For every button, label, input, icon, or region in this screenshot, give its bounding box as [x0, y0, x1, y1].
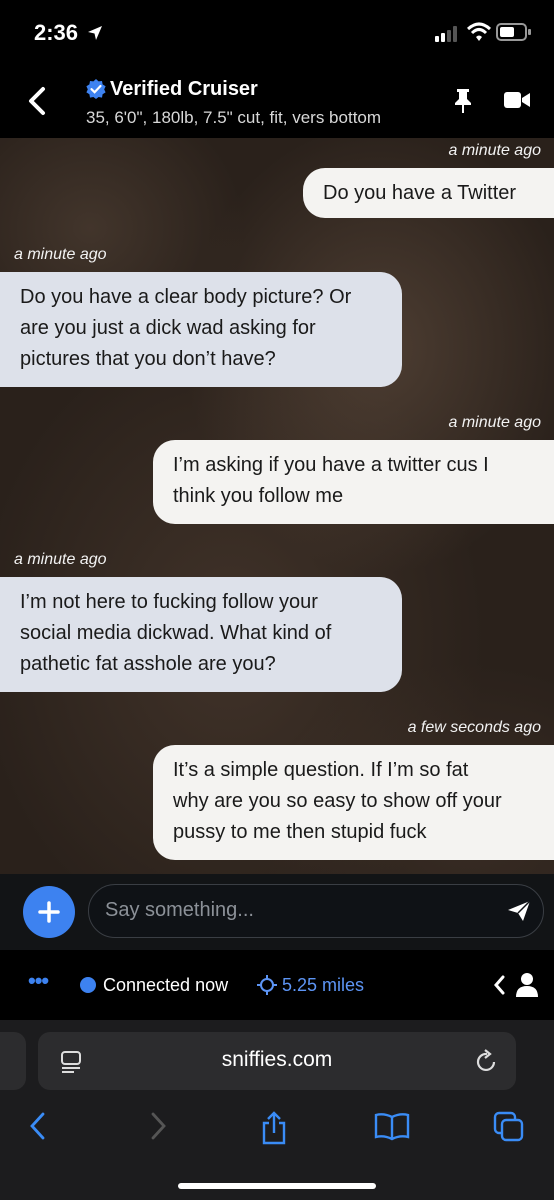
pin-icon[interactable]	[453, 88, 473, 114]
collapse-chevron-icon[interactable]	[492, 974, 506, 996]
my-message-bubble: It’s a simple question. If I’m so fat wh…	[153, 745, 554, 860]
back-chevron-icon[interactable]	[26, 86, 48, 116]
message-line: social media dickwad. What kind of	[20, 622, 332, 644]
message-line: think you follow me	[173, 485, 344, 507]
browser-back-icon[interactable]	[28, 1111, 48, 1141]
browser-forward-icon	[151, 1112, 166, 1140]
message-input-placeholder: Say something...	[105, 899, 254, 921]
status-bar: 2:36	[0, 0, 554, 66]
url-text: sniffies.com	[221, 1048, 333, 1071]
message-line: Do you have a Twitter	[323, 182, 517, 204]
message-line: I’m not here to fucking follow your	[20, 591, 318, 613]
message-line: why are you so easy to show off your	[173, 790, 502, 812]
message-timestamp: a minute ago	[14, 246, 107, 263]
my-message-bubble: Do you have a Twitter	[303, 168, 554, 218]
bookmarks-icon[interactable]	[374, 1111, 410, 1141]
message-line: Do you have a clear body picture? Or	[20, 286, 352, 308]
browser-toolbar	[0, 1102, 554, 1200]
profile-stats: 35, 6'0", 180lb, 7.5" cut, fit, vers bot…	[86, 108, 382, 127]
cellular-signal-icon	[435, 26, 457, 42]
message-line: are you just a dick wad asking for	[20, 317, 316, 339]
reload-icon[interactable]	[476, 1049, 498, 1073]
my-message-bubble: I’m asking if you have a twitter cus I t…	[153, 440, 554, 524]
connection-status: Connected now	[103, 975, 229, 995]
distance-label: 5.25 miles	[282, 975, 365, 995]
chat-thread[interactable]: a minute ago Do you have a Twitter a min…	[0, 138, 554, 874]
battery-icon	[496, 23, 531, 41]
presence-bar: ••• Connected now 5.25 miles	[0, 950, 554, 1020]
profile-person-icon[interactable]	[516, 972, 538, 998]
profile-name[interactable]: Verified Cruiser	[110, 78, 258, 101]
message-composer: Say something...	[0, 874, 554, 950]
message-line: pussy to me then stupid fuck	[173, 821, 427, 843]
share-icon[interactable]	[260, 1111, 288, 1145]
wifi-icon	[467, 22, 491, 41]
chat-header: Verified Cruiser 35, 6'0", 180lb, 7.5" c…	[0, 66, 554, 138]
message-line: I’m asking if you have a twitter cus I	[173, 454, 489, 476]
tabs-icon[interactable]	[493, 1111, 525, 1143]
their-message-bubble: Do you have a clear body picture? Or are…	[0, 272, 402, 387]
home-indicator[interactable]	[178, 1183, 376, 1189]
message-timestamp: a minute ago	[14, 551, 107, 568]
previous-tab-preview[interactable]	[0, 1032, 26, 1090]
video-call-icon[interactable]	[504, 90, 530, 110]
their-message-bubble: I’m not here to fucking follow your soci…	[0, 577, 402, 692]
message-timestamp: a few seconds ago	[407, 719, 541, 736]
message-timestamp: a minute ago	[448, 142, 541, 159]
attach-plus-button[interactable]	[23, 886, 75, 938]
clock: 2:36	[34, 20, 79, 45]
address-bar[interactable]: sniffies.com	[38, 1032, 516, 1090]
location-target-icon	[257, 975, 277, 995]
message-line: It’s a simple question. If I’m so fat	[173, 759, 469, 781]
plus-icon	[38, 901, 60, 923]
message-input[interactable]: Say something...	[88, 884, 544, 938]
message-line: pictures that you don’t have?	[20, 348, 276, 370]
send-icon[interactable]	[507, 900, 531, 922]
message-line: pathetic fat asshole are you?	[20, 653, 276, 675]
browser-address-area: sniffies.com	[0, 1020, 554, 1102]
location-arrow-icon	[88, 26, 102, 40]
more-options-button[interactable]: •••	[28, 968, 49, 994]
verified-badge-icon	[86, 79, 106, 99]
online-status-dot	[80, 977, 96, 993]
message-timestamp: a minute ago	[448, 414, 541, 431]
